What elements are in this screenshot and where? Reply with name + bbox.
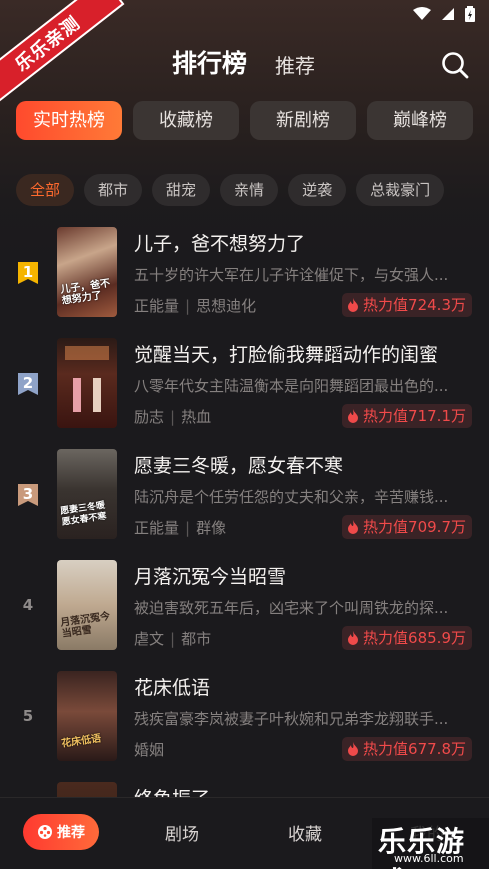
header: 排行榜 推荐 — [0, 44, 489, 84]
page-title: 排行榜 — [172, 49, 248, 78]
cover-title: 花床低语 — [60, 733, 102, 750]
drama-description: 被迫害致死五年后，凶宅来了个叫周铁龙的探... — [134, 599, 449, 617]
status-bar — [413, 6, 475, 22]
heat-badge: 热力值724.3万 — [342, 293, 472, 317]
tag: 励志 — [134, 408, 165, 426]
signal-icon — [442, 8, 454, 20]
tag: 都市 — [181, 630, 212, 648]
drama-title: 月落沉冤今当昭雪 — [134, 566, 287, 588]
app-screen: 乐乐亲测 排行榜 推荐 实时热榜 收藏榜 新剧榜 巅峰榜 全部 都市 甜宠 亲情… — [0, 0, 489, 869]
film-reel-icon — [38, 825, 52, 839]
rank-number: 4 — [22, 596, 34, 614]
drama-tags: 励志 | 热血 — [134, 406, 211, 427]
chip-family[interactable]: 亲情 — [220, 174, 279, 206]
drama-title: 觉醒当天，打脸偷我舞蹈动作的闺蜜 — [134, 344, 439, 366]
tab-new-drama-rank[interactable]: 新剧榜 — [250, 101, 356, 140]
battery-icon — [465, 6, 475, 22]
site-logo-url: www.6ll.com — [394, 852, 464, 865]
ranking-tabs: 实时热榜 收藏榜 新剧榜 巅峰榜 — [16, 101, 473, 140]
list-item[interactable]: 5 花床低语 花床低语 残疾富豪李岚被妻子叶秋婉和兄弟李龙翔联手... 婚姻 热… — [0, 671, 489, 763]
drama-cover: 月落沉冤今当昭雪 — [57, 560, 117, 650]
nav-recommend-label: 推荐 — [57, 825, 85, 841]
search-icon[interactable] — [440, 50, 470, 80]
cover-title: 月落沉冤今当昭雪 — [59, 611, 111, 640]
tag-separator: | — [170, 630, 176, 648]
rank-badge: 3 — [17, 483, 39, 507]
rank-number: 5 — [22, 707, 34, 725]
heat-badge: 热力值717.1万 — [342, 404, 472, 428]
drama-tags: 婚姻 — [134, 739, 164, 760]
tag: 虐文 — [134, 630, 165, 648]
heat-badge: 热力值709.7万 — [342, 515, 472, 539]
flame-icon — [348, 409, 359, 423]
chip-urban[interactable]: 都市 — [84, 174, 143, 206]
cover-title: 愿妻三冬暖 愿女春不寒 — [59, 500, 108, 528]
tag-separator: | — [185, 519, 191, 537]
flame-icon — [348, 631, 359, 645]
nav-favorites[interactable]: 收藏 — [288, 820, 322, 845]
rank-badge: 2 — [17, 372, 39, 396]
nav-theater[interactable]: 剧场 — [165, 820, 199, 845]
tag: 婚姻 — [134, 741, 165, 759]
chip-comeback[interactable]: 逆袭 — [288, 174, 347, 206]
list-item[interactable]: 1 儿子，爸不想努力了 儿子，爸不想努力了 五十岁的许大军在儿子许诠催促下，与女… — [0, 227, 489, 319]
drama-description: 五十岁的许大军在儿子许诠催促下，与女强人... — [134, 266, 449, 284]
rank-number: 2 — [22, 374, 34, 392]
list-item[interactable]: 2 觉醒当天，打脸偷我舞蹈动作的闺蜜 八零年代女主陆温衡本是向阳舞蹈团最出色的.… — [0, 338, 489, 430]
flame-icon — [348, 298, 359, 312]
drama-description: 陆沉舟是个任劳任怨的丈夫和父亲，辛苦赚钱... — [134, 488, 449, 506]
tab-recommend[interactable]: 推荐 — [275, 50, 315, 79]
drama-tags: 正能量 | 群像 — [134, 517, 226, 538]
tag-separator: | — [185, 297, 191, 315]
list-item[interactable]: 4 月落沉冤今当昭雪 月落沉冤今当昭雪 被迫害致死五年后，凶宅来了个叫周铁龙的探… — [0, 560, 489, 652]
nav-recommend[interactable]: 推荐 — [23, 814, 99, 850]
drama-title: 儿子，爸不想努力了 — [134, 233, 306, 255]
heat-badge: 热力值685.9万 — [342, 626, 472, 650]
drama-cover: 儿子，爸不想努力了 — [57, 227, 117, 317]
drama-tags: 虐文 | 都市 — [134, 628, 211, 649]
heat-value: 热力值717.1万 — [363, 407, 466, 425]
tag: 正能量 — [134, 519, 180, 537]
tab-peak-rank[interactable]: 巅峰榜 — [367, 101, 473, 140]
drama-title: 花床低语 — [134, 677, 211, 699]
rank-badge: 1 — [17, 261, 39, 285]
chip-all[interactable]: 全部 — [16, 174, 75, 206]
wifi-icon — [413, 7, 431, 20]
flame-icon — [348, 520, 359, 534]
heat-value: 热力值709.7万 — [363, 518, 466, 536]
drama-description: 残疾富豪李岚被妻子叶秋婉和兄弟李龙翔联手... — [134, 710, 449, 728]
rank-number: 3 — [22, 485, 34, 503]
drama-cover — [57, 338, 117, 428]
drama-description: 八零年代女主陆温衡本是向阳舞蹈团最出色的... — [134, 377, 449, 395]
heat-value: 热力值724.3万 — [363, 296, 466, 314]
heat-badge: 热力值677.8万 — [342, 737, 472, 761]
chip-sweet[interactable]: 甜宠 — [152, 174, 211, 206]
flame-icon — [348, 742, 359, 756]
tab-favorites-rank[interactable]: 收藏榜 — [133, 101, 239, 140]
tag: 正能量 — [134, 297, 180, 315]
rank-number: 1 — [22, 263, 34, 281]
heat-value: 热力值677.8万 — [363, 740, 466, 758]
drama-tags: 正能量 | 思想迪化 — [134, 295, 256, 316]
tag: 群像 — [196, 519, 227, 537]
drama-cover: 花床低语 — [57, 671, 117, 761]
tag: 热血 — [181, 408, 212, 426]
heat-value: 热力值685.9万 — [363, 629, 466, 647]
list-item[interactable]: 3 愿妻三冬暖 愿女春不寒 愿妻三冬暖，愿女春不寒 陆沉舟是个任劳任怨的丈夫和父… — [0, 449, 489, 541]
site-logo: 乐乐游戏 www.6ll.com — [372, 818, 489, 869]
tag: 思想迪化 — [196, 297, 257, 315]
cover-title: 儿子，爸不想努力了 — [59, 278, 111, 307]
tag-separator: | — [170, 408, 176, 426]
chip-ceo[interactable]: 总裁豪门 — [356, 174, 445, 206]
drama-cover: 愿妻三冬暖 愿女春不寒 — [57, 449, 117, 539]
genre-filter: 全部 都市 甜宠 亲情 逆袭 总裁豪门 — [16, 174, 445, 206]
tab-realtime-hot[interactable]: 实时热榜 — [16, 101, 122, 140]
drama-title: 愿妻三冬暖，愿女春不寒 — [134, 455, 344, 477]
